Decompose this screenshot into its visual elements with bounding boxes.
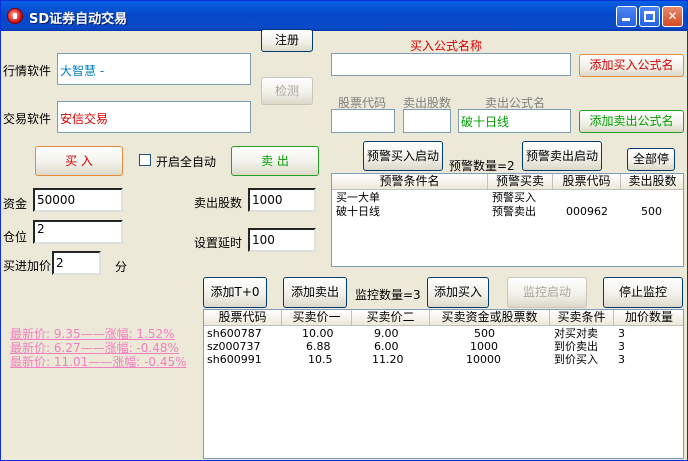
quote-software-label: 行情软件 — [3, 64, 52, 78]
monitor-cell: 10.00 — [302, 327, 334, 340]
monitor-col-header[interactable]: 买卖资金或股票数 — [430, 310, 550, 326]
monitor-col-header[interactable]: 买卖价一 — [282, 310, 352, 326]
buy-button[interactable]: 买 入 — [35, 146, 123, 176]
add-buy-button[interactable]: 添加买入 — [427, 277, 489, 308]
alert-sell-start-button[interactable]: 预警卖出启动 — [522, 141, 602, 171]
trade-software-label: 交易软件 — [3, 112, 52, 126]
monitor-cell: 3 — [618, 353, 625, 366]
alert-col-header[interactable]: 预警条件名 — [332, 174, 488, 190]
alert-cell: 000962 — [566, 205, 608, 218]
stock-code-field[interactable] — [331, 109, 395, 133]
minimize-icon — [622, 18, 630, 21]
monitor-col-header[interactable]: 加价数量 — [614, 310, 683, 326]
close-button[interactable]: ✕ — [662, 6, 683, 27]
monitor-cell: sh600787 — [207, 327, 262, 340]
price-line[interactable]: 最新价: 11.01——涨幅: -0.45% — [10, 353, 187, 370]
monitor-table[interactable]: 股票代码 买卖价一 买卖价二 买卖资金或股票数 买卖条件 加价数量 sh6007… — [203, 309, 684, 459]
alert-col-header[interactable]: 卖出股数 — [621, 174, 683, 190]
auto-all-label: 开启全自动 — [156, 155, 217, 169]
auto-all-checkbox[interactable] — [139, 154, 151, 166]
capital-label: 资金 — [3, 197, 28, 211]
alert-cell: 预警买入 — [492, 191, 536, 204]
detect-button[interactable]: 检测 — [261, 77, 313, 105]
title-bar[interactable]: SD证券自动交易 ✕ — [1, 1, 687, 31]
alert-cell: 破十日线 — [336, 205, 380, 218]
minimize-button[interactable] — [616, 6, 637, 27]
monitor-start-button[interactable]: 监控启动 — [507, 277, 587, 308]
monitor-cell: 到价买入 — [554, 353, 598, 366]
window-title: SD证券自动交易 — [29, 12, 128, 27]
alert-cell: 买一大单 — [336, 191, 380, 204]
buy-add-price-label: 买进加价 — [3, 259, 52, 273]
stop-monitor-button[interactable]: 停止监控 — [603, 277, 683, 308]
quote-software-field[interactable]: 大智慧 - — [57, 53, 251, 85]
alert-cell: 预警卖出 — [492, 205, 536, 218]
alert-count-label: 预警数量=2 — [449, 159, 515, 173]
monitor-cell: 对买对卖 — [554, 327, 598, 340]
capital-field[interactable]: 50000 — [33, 188, 123, 212]
monitor-col-header[interactable]: 买卖价二 — [352, 310, 430, 326]
add-buy-formula-button[interactable]: 添加买入公式名 — [579, 54, 684, 77]
sell-formula-field[interactable]: 破十日线 — [458, 109, 571, 133]
monitor-cell: 1000 — [470, 340, 498, 353]
trade-software-field[interactable]: 安信交易 — [57, 101, 251, 133]
app-icon — [7, 8, 23, 24]
alert-col-header[interactable]: 股票代码 — [553, 174, 621, 190]
position-field[interactable]: 2 — [33, 220, 123, 244]
set-delay-field[interactable]: 100 — [248, 228, 316, 252]
sell-button[interactable]: 卖 出 — [231, 146, 319, 176]
monitor-cell: 3 — [618, 327, 625, 340]
sell-shares2-field[interactable]: 1000 — [248, 188, 316, 212]
monitor-col-header[interactable]: 股票代码 — [204, 310, 282, 326]
monitor-cell: 500 — [474, 327, 495, 340]
add-sell-formula-button[interactable]: 添加卖出公式名 — [579, 110, 684, 133]
sell-shares-field[interactable] — [403, 109, 451, 133]
monitor-cell: 6.88 — [306, 340, 331, 353]
buy-add-price-field[interactable]: 2 — [52, 251, 101, 275]
monitor-cell: 11.20 — [372, 353, 404, 366]
minute-unit-label: 分 — [115, 260, 128, 274]
monitor-cell: 10.5 — [308, 353, 333, 366]
alert-table[interactable]: 预警条件名 预警买卖 股票代码 卖出股数 买一大单 预警买入 破十日线 预警卖出… — [331, 173, 684, 267]
maximize-icon — [644, 11, 655, 22]
register-button[interactable]: 注册 — [261, 29, 313, 52]
monitor-cell: sh600991 — [207, 353, 262, 366]
close-icon: ✕ — [667, 9, 678, 23]
set-delay-label: 设置延时 — [194, 236, 243, 250]
alert-buy-start-button[interactable]: 预警买入启动 — [363, 141, 443, 171]
alert-col-header[interactable]: 预警买卖 — [488, 174, 553, 190]
buy-formula-label: 买入公式名称 — [410, 39, 483, 53]
monitor-cell: 6.00 — [374, 340, 399, 353]
sell-shares2-label: 卖出股数 — [194, 196, 243, 210]
monitor-col-header[interactable]: 买卖条件 — [550, 310, 614, 326]
monitor-cell: 到价卖出 — [554, 340, 598, 353]
monitor-cell: 10000 — [466, 353, 501, 366]
monitor-cell: 3 — [618, 340, 625, 353]
add-t0-button[interactable]: 添加T+0 — [203, 277, 267, 308]
add-sell-button[interactable]: 添加卖出 — [283, 277, 347, 308]
position-label: 仓位 — [3, 230, 28, 244]
buy-formula-field[interactable] — [331, 53, 571, 76]
alert-cell: 500 — [641, 205, 662, 218]
monitor-count-label: 监控数量=3 — [355, 288, 421, 302]
stop-all-button[interactable]: 全部停 — [627, 148, 675, 171]
maximize-button[interactable] — [639, 6, 660, 27]
monitor-cell: 9.00 — [374, 327, 399, 340]
monitor-cell: sz000737 — [207, 340, 261, 353]
